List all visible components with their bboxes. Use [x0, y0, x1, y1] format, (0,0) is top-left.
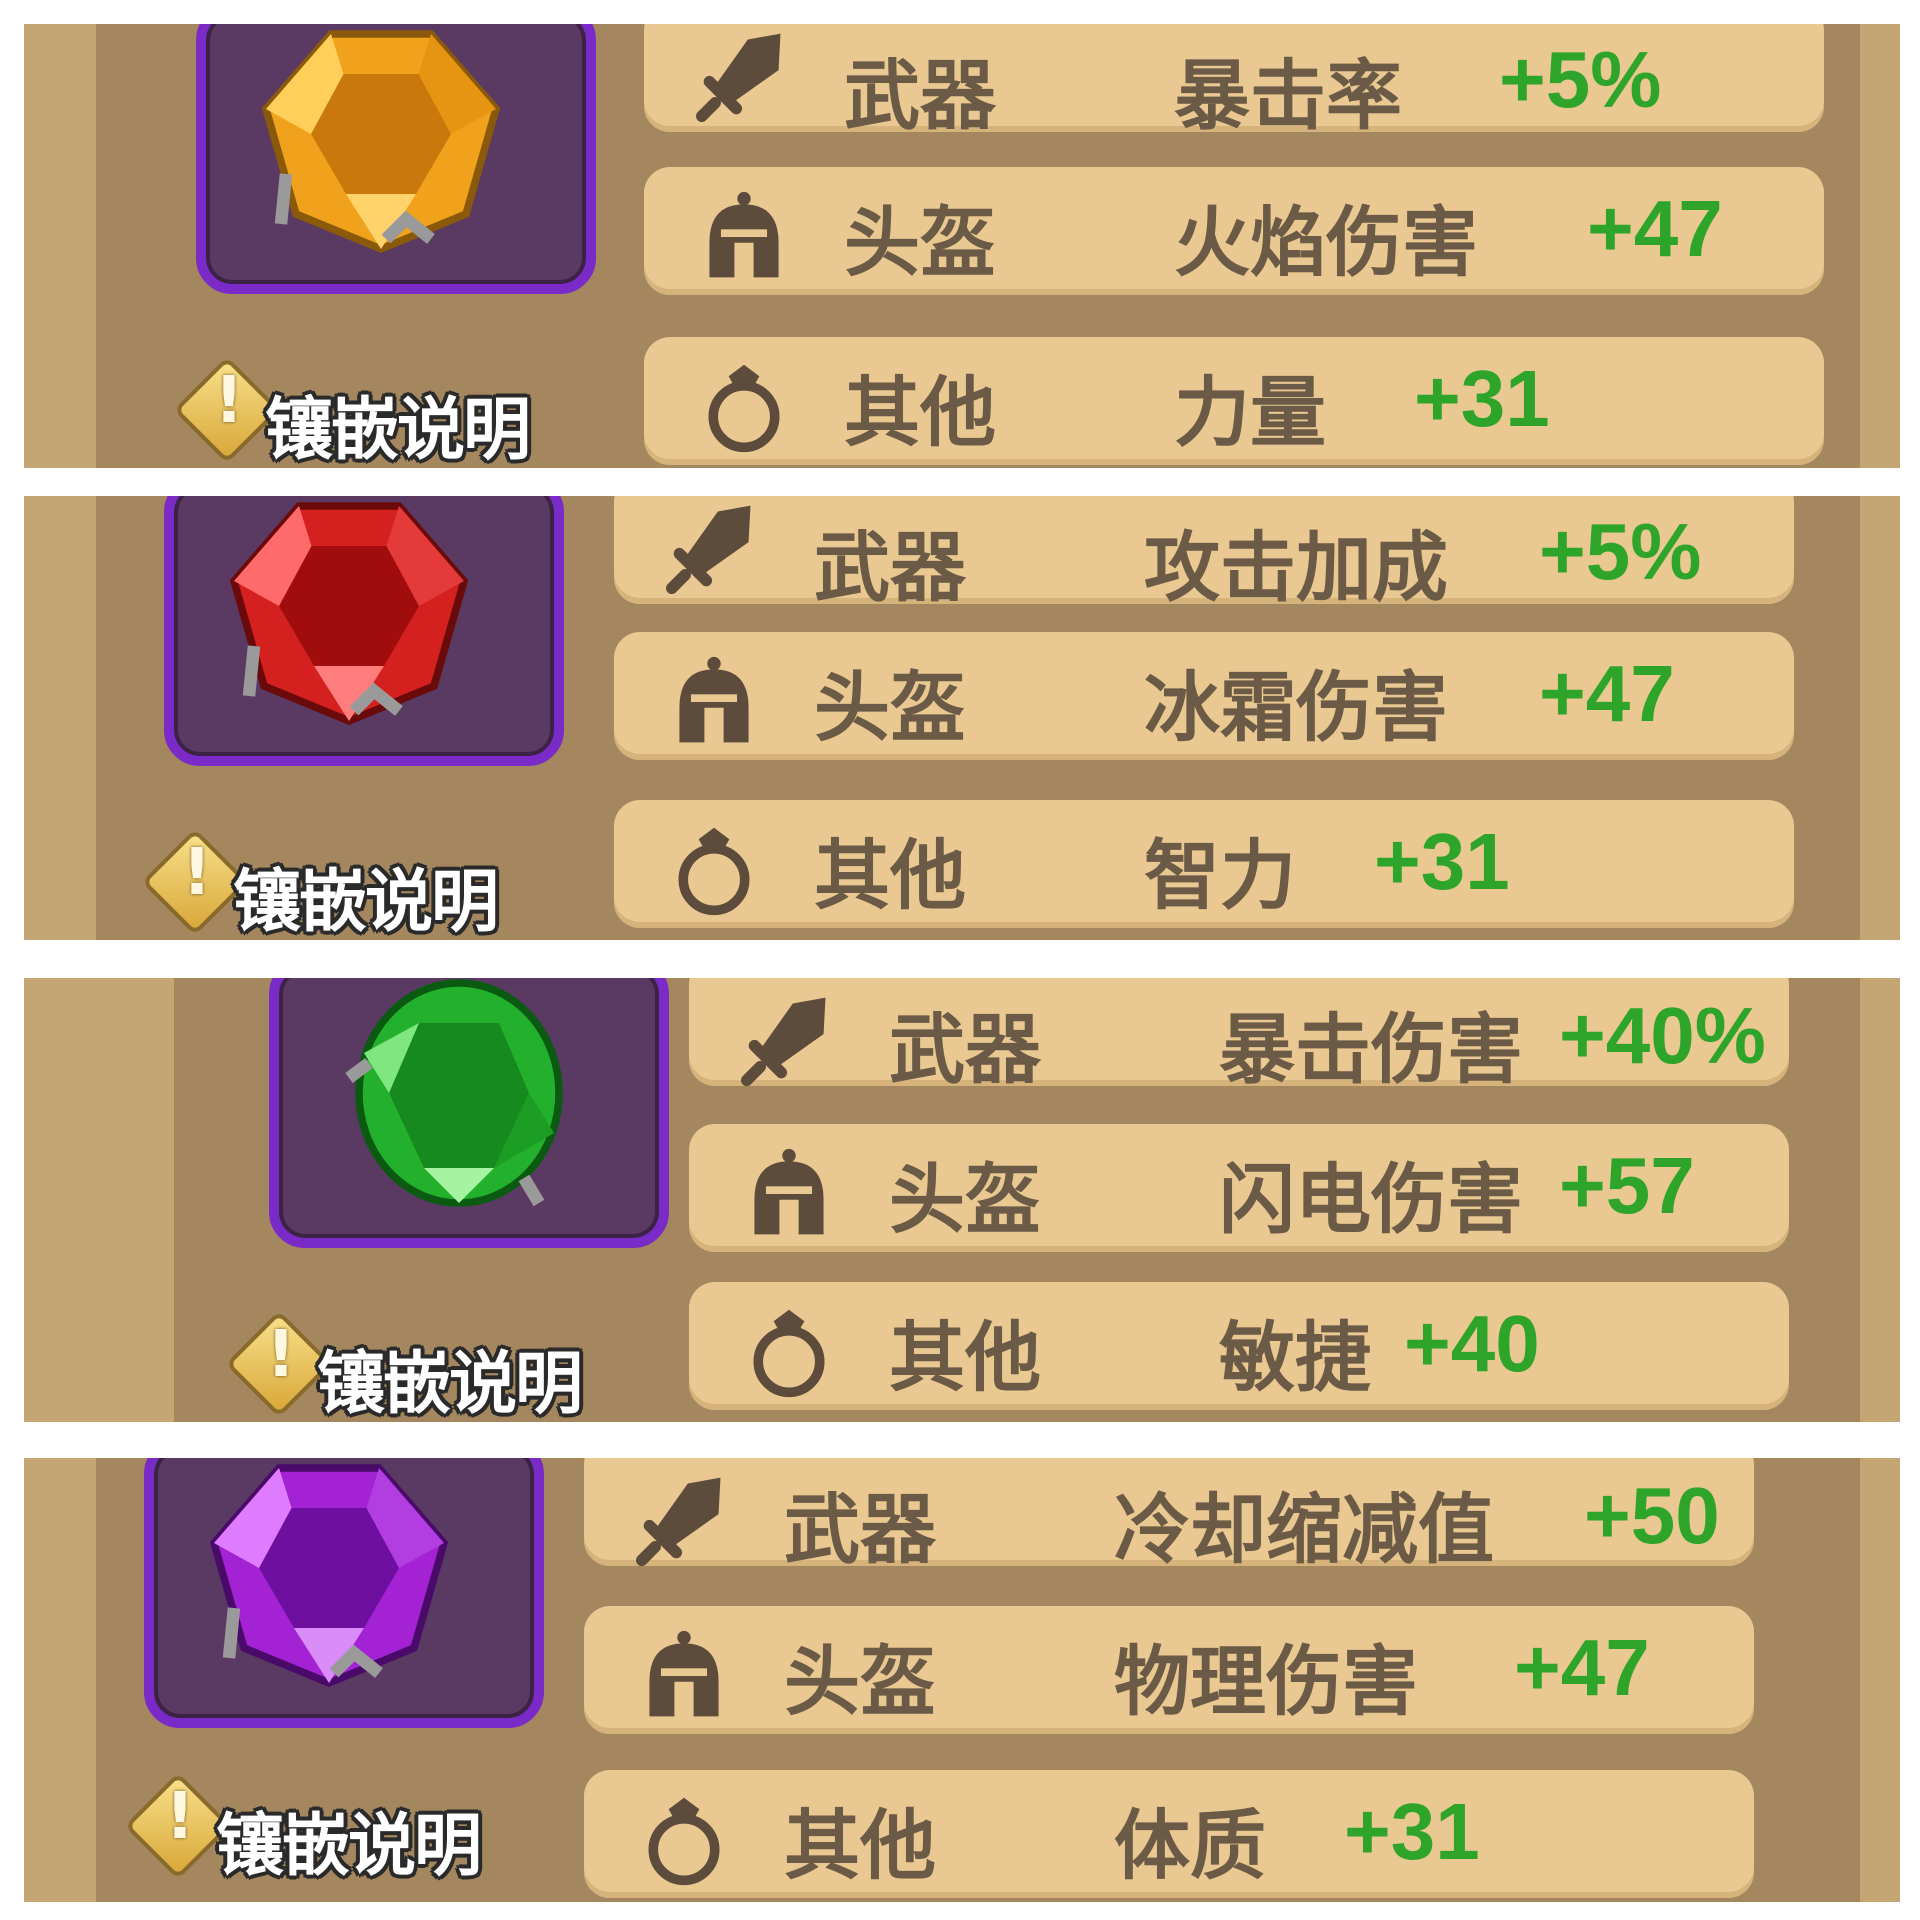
slot-label: 其他 [889, 1313, 1041, 1402]
slot-label: 其他 [814, 831, 966, 920]
inlay-info-button[interactable]: ! 镶嵌说明 [169, 356, 629, 468]
panel-edge-left [24, 978, 174, 1422]
panel-edge-right [1860, 978, 1900, 1422]
stat-name: 冷却缩减值 [1114, 1485, 1494, 1574]
amethyst-gem-icon [209, 1464, 449, 1688]
stat-name: 智力 [1144, 831, 1296, 920]
slot-label: 头盔 [784, 1637, 936, 1726]
stat-name: 火焰伤害 [1174, 198, 1478, 287]
stat-name: 物理伤害 [1114, 1637, 1418, 1726]
exclamation-icon: ! [182, 836, 212, 910]
stat-row-other: 其他 体质 +31 [584, 1770, 1754, 1898]
stat-value: +31 [1414, 354, 1550, 443]
emerald-gem-icon [345, 979, 563, 1207]
sword-icon [696, 33, 781, 122]
stat-name: 敏捷 [1219, 1313, 1371, 1402]
slot-label: 头盔 [814, 663, 966, 752]
sword-icon [636, 1477, 721, 1566]
stat-name: 力量 [1174, 368, 1326, 457]
stat-value: +40% [1559, 991, 1766, 1080]
sword-icon [741, 997, 826, 1086]
stat-row-helmet: 头盔 冰霜伤害 +47 [614, 632, 1794, 760]
gem-slot[interactable] [269, 978, 669, 1248]
exclamation-icon: ! [266, 1318, 296, 1392]
stat-row-helmet: 头盔 物理伤害 +47 [584, 1606, 1754, 1734]
panel-edge-left [24, 496, 96, 940]
stat-name: 暴击率 [1174, 51, 1402, 140]
helmet-icon [709, 191, 779, 278]
stat-value: +5% [1499, 35, 1662, 124]
inlay-info-label: 镶嵌说明 [317, 1345, 583, 1422]
slot-label: 武器 [814, 523, 966, 612]
gem-panel-topaz: ! 镶嵌说明 武器 暴击率 +5% 头盔 火焰伤害 +47 其他 力量 +31 [24, 24, 1900, 468]
gem-slot[interactable] [164, 496, 564, 766]
ring-icon [708, 364, 780, 453]
slot-label: 其他 [844, 368, 996, 457]
panel-edge-left [24, 24, 96, 468]
slot-label: 武器 [889, 1005, 1041, 1094]
inlay-info-label: 镶嵌说明 [265, 391, 531, 468]
topaz-gem-icon [261, 30, 501, 254]
stat-row-helmet: 头盔 火焰伤害 +47 [644, 167, 1824, 295]
stat-name: 冰霜伤害 [1144, 663, 1448, 752]
stat-row-weapon: 武器 冷却缩减值 +50 [584, 1458, 1754, 1574]
stat-value: +50 [1584, 1471, 1720, 1560]
ruby-gem-icon [229, 502, 469, 726]
stat-row-other: 其他 敏捷 +40 [689, 1282, 1789, 1410]
gem-slot[interactable] [144, 1458, 544, 1728]
ring-icon [678, 827, 750, 916]
panel-edge-right [1860, 24, 1900, 468]
gem-panel-ruby: ! 镶嵌说明 武器 攻击加成 +5% 头盔 冰霜伤害 +47 其他 智力 +31 [24, 496, 1900, 940]
stat-name: 暴击伤害 [1219, 1005, 1523, 1094]
gem-panel-amethyst: ! 镶嵌说明 武器 冷却缩减值 +50 头盔 物理伤害 +47 其他 体质 +3… [24, 1458, 1900, 1902]
sword-icon [666, 505, 751, 594]
slot-label: 头盔 [889, 1155, 1041, 1244]
helmet-icon [754, 1148, 824, 1235]
slot-label: 武器 [844, 51, 996, 140]
stat-row-helmet: 头盔 闪电伤害 +57 [689, 1124, 1789, 1252]
stat-row-other: 其他 智力 +31 [614, 800, 1794, 928]
panel-edge-left [24, 1458, 96, 1902]
stat-row-weapon: 武器 暴击伤害 +40% [689, 978, 1789, 1094]
helmet-icon [649, 1630, 719, 1717]
ring-icon [753, 1309, 825, 1398]
stat-value: +31 [1344, 1787, 1480, 1876]
inlay-info-button[interactable]: ! 镶嵌说明 [221, 1310, 681, 1422]
exclamation-icon: ! [165, 1780, 195, 1854]
inlay-info-button[interactable]: ! 镶嵌说明 [137, 828, 597, 940]
stat-name: 体质 [1114, 1801, 1266, 1890]
stat-name: 攻击加成 [1144, 523, 1448, 612]
inlay-info-button[interactable]: ! 镶嵌说明 [120, 1772, 580, 1886]
gem-panel-emerald: ! 镶嵌说明 武器 暴击伤害 +40% 头盔 闪电伤害 +57 其他 敏捷 +4… [24, 978, 1900, 1422]
stat-value: +47 [1539, 649, 1675, 738]
exclamation-icon: ! [214, 364, 244, 438]
stat-value: +40 [1404, 1299, 1540, 1388]
slot-label: 武器 [784, 1485, 936, 1574]
stat-value: +31 [1374, 817, 1510, 906]
slot-label: 头盔 [844, 198, 996, 287]
gem-slot[interactable] [196, 24, 596, 294]
inlay-info-label: 镶嵌说明 [233, 863, 499, 940]
stat-row-other: 其他 力量 +31 [644, 337, 1824, 465]
panel-edge-right [1860, 496, 1900, 940]
stat-value: +47 [1514, 1623, 1650, 1712]
stat-value: +5% [1539, 507, 1702, 596]
stat-value: +57 [1559, 1141, 1695, 1230]
stat-row-weapon: 武器 暴击率 +5% [644, 24, 1824, 140]
stat-name: 闪电伤害 [1219, 1155, 1523, 1244]
panel-edge-right [1860, 1458, 1900, 1902]
helmet-icon [679, 656, 749, 743]
inlay-info-label: 镶嵌说明 [216, 1807, 482, 1886]
slot-label: 其他 [784, 1801, 936, 1890]
stat-row-weapon: 武器 攻击加成 +5% [614, 496, 1794, 612]
stat-value: +47 [1587, 184, 1723, 273]
ring-icon [648, 1797, 720, 1886]
